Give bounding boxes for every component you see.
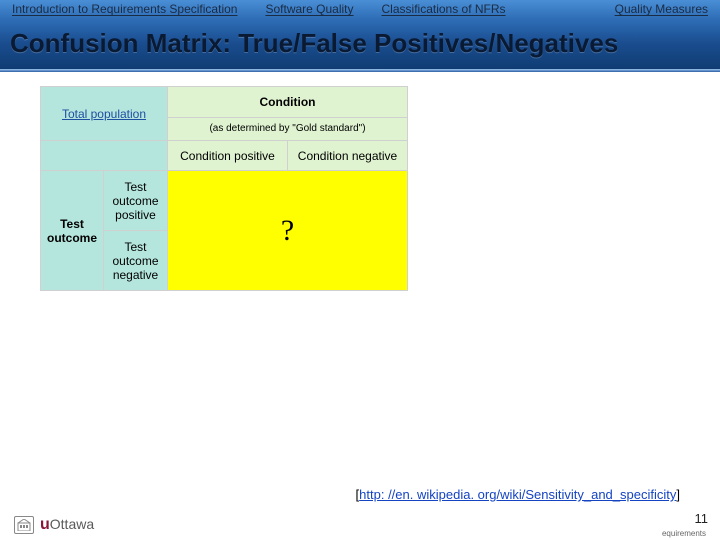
- slide-content: Total population Condition (as determine…: [0, 72, 720, 504]
- total-population-link[interactable]: Total population: [62, 107, 146, 121]
- cell-condition-negative: Condition negative: [288, 141, 408, 171]
- cell-condition-subheader: (as determined by "Gold standard"): [168, 117, 408, 140]
- university-logo: uOttawa: [14, 516, 94, 534]
- cell-test-outcome-header: Test outcome: [41, 171, 104, 291]
- slide-footer: uOttawa 11 equirements: [0, 504, 720, 540]
- logo-u-letter: u: [40, 516, 50, 533]
- tab-nfrs[interactable]: Classifications of NFRs: [382, 2, 506, 16]
- logo-text: Ottawa: [50, 516, 94, 532]
- slide-header: Introduction to Requirements Specificati…: [0, 0, 720, 72]
- source-link[interactable]: http: //en. wikipedia. org/wiki/Sensitiv…: [359, 487, 676, 502]
- source-citation: [http: //en. wikipedia. org/wiki/Sensiti…: [356, 487, 680, 502]
- cell-spacer: [41, 141, 168, 171]
- cell-total-population: Total population: [41, 87, 168, 141]
- tab-intro[interactable]: Introduction to Requirements Specificati…: [12, 2, 237, 16]
- confusion-matrix-table: Total population Condition (as determine…: [40, 86, 408, 291]
- bracket-close: ]: [676, 487, 680, 502]
- slide-number: 11: [695, 511, 709, 526]
- tab-quality[interactable]: Software Quality: [265, 2, 353, 16]
- tab-measures[interactable]: Quality Measures: [615, 2, 708, 16]
- footer-crumb: equirements: [662, 529, 706, 538]
- nav-tabs: Introduction to Requirements Specificati…: [0, 0, 720, 16]
- cell-test-negative: Test outcome negative: [104, 231, 168, 291]
- slide-title: Confusion Matrix: True/False Positives/N…: [10, 28, 710, 59]
- cell-test-positive: Test outcome positive: [104, 171, 168, 231]
- cell-condition-header: Condition: [168, 87, 408, 118]
- cell-unknown-quadrants: ?: [168, 171, 408, 291]
- building-icon: [14, 516, 34, 534]
- cell-condition-positive: Condition positive: [168, 141, 288, 171]
